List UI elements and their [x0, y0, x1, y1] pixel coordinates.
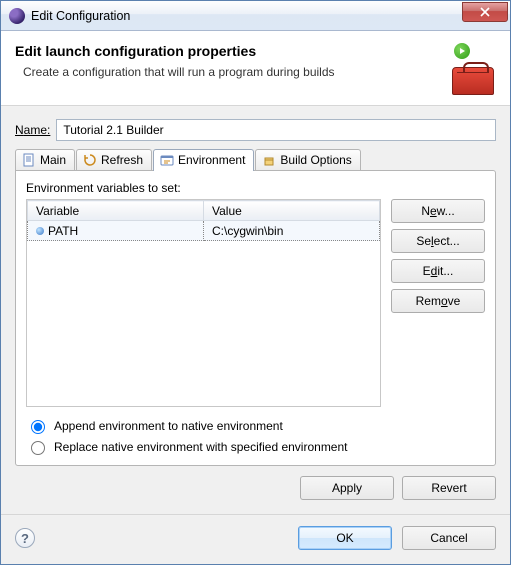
tab-build-options[interactable]: Build Options — [255, 149, 360, 170]
header-description: Create a configuration that will run a p… — [23, 65, 438, 79]
name-row: Name: — [15, 119, 496, 141]
col-value[interactable]: Value — [204, 201, 380, 221]
eclipse-icon — [9, 8, 25, 24]
tab-strip: Main Refresh Environment Build Options — [15, 149, 496, 170]
tab-environment[interactable]: Environment — [153, 149, 254, 171]
content-area: Name: Main Refresh Environment — [1, 107, 510, 514]
radio-append-input[interactable] — [31, 420, 45, 434]
header-title: Edit launch configuration properties — [15, 43, 438, 59]
footer-buttons: OK Cancel — [298, 526, 496, 550]
col-variable[interactable]: Variable — [28, 201, 204, 221]
edit-button[interactable]: Edit... — [391, 259, 485, 283]
document-icon — [22, 153, 36, 167]
revert-button[interactable]: Revert — [402, 476, 496, 500]
window-title: Edit Configuration — [31, 9, 130, 23]
select-button[interactable]: Select... — [391, 229, 485, 253]
cell-value: C:\cygwin\bin — [204, 221, 380, 241]
environment-icon — [160, 153, 174, 167]
refresh-icon — [83, 153, 97, 167]
cancel-button[interactable]: Cancel — [402, 526, 496, 550]
dialog-window: Edit Configuration Edit launch configura… — [0, 0, 511, 565]
env-row: Variable Value PATH C:\cygwin\bin — [26, 199, 485, 407]
table-header-row: Variable Value — [28, 201, 380, 221]
ok-button[interactable]: OK — [298, 526, 392, 550]
tab-refresh[interactable]: Refresh — [76, 149, 152, 170]
apply-button[interactable]: Apply — [300, 476, 394, 500]
radio-append[interactable]: Append environment to native environment — [26, 417, 485, 434]
env-mode-radios: Append environment to native environment… — [26, 417, 485, 455]
footer: ? OK Cancel — [1, 516, 510, 564]
tab-main[interactable]: Main — [15, 149, 75, 170]
close-button[interactable] — [462, 2, 508, 22]
header-text: Edit launch configuration properties Cre… — [15, 43, 438, 79]
table-row[interactable]: PATH C:\cygwin\bin — [28, 221, 380, 241]
env-vars-table[interactable]: Variable Value PATH C:\cygwin\bin — [26, 199, 381, 407]
run-badge-icon — [454, 43, 470, 59]
header: Edit launch configuration properties Cre… — [1, 31, 510, 105]
remove-button[interactable]: Remove — [391, 289, 485, 313]
new-button[interactable]: New... — [391, 199, 485, 223]
build-options-icon — [262, 153, 276, 167]
titlebar[interactable]: Edit Configuration — [1, 1, 510, 31]
close-icon — [480, 7, 490, 17]
cell-variable: PATH — [28, 221, 204, 241]
env-vars-label: Environment variables to set: — [26, 181, 485, 195]
env-buttons: New... Select... Edit... Remove — [391, 199, 485, 407]
variable-dot-icon — [36, 227, 44, 235]
titlebar-left: Edit Configuration — [9, 8, 130, 24]
radio-replace[interactable]: Replace native environment with specifie… — [26, 438, 485, 455]
apply-revert-row: Apply Revert — [15, 476, 496, 500]
toolbox-icon — [448, 47, 496, 95]
help-button[interactable]: ? — [15, 528, 35, 548]
radio-replace-input[interactable] — [31, 441, 45, 455]
name-label: Name: — [15, 123, 50, 137]
environment-panel: Environment variables to set: Variable V… — [15, 170, 496, 466]
name-input[interactable] — [56, 119, 496, 141]
